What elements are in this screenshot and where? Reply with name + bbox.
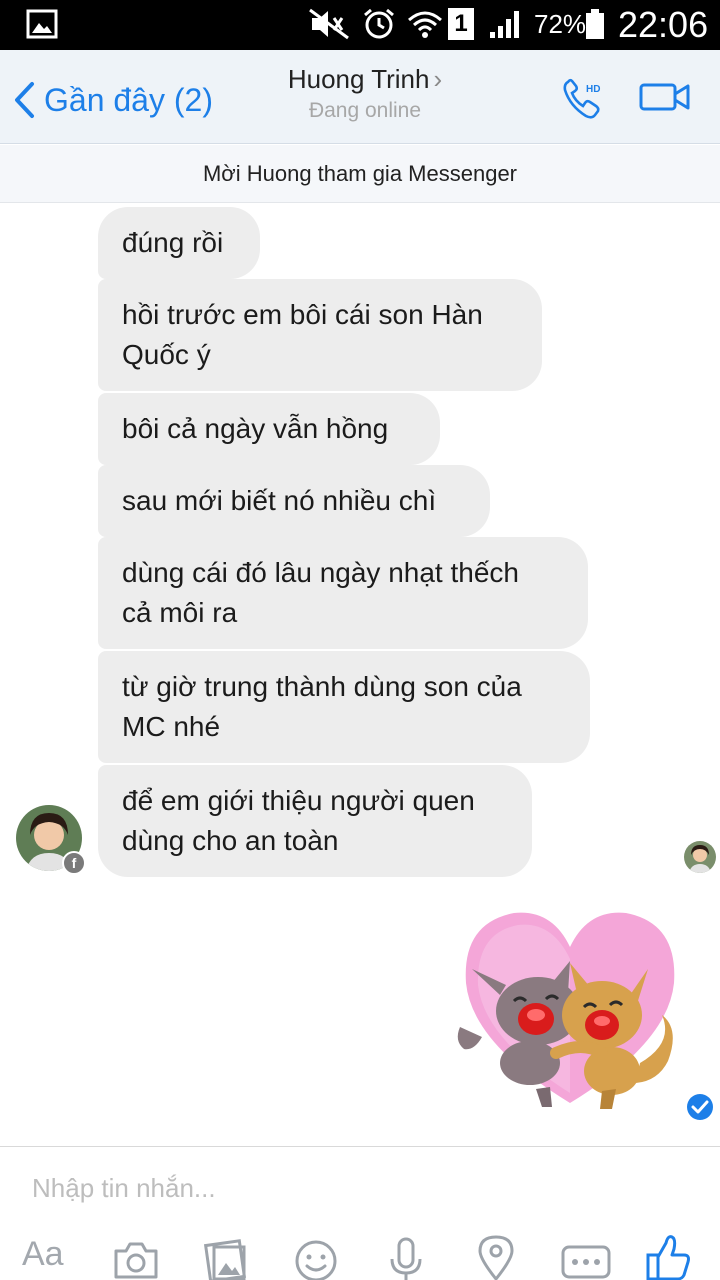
message-text: MC nhé bbox=[122, 711, 221, 742]
message-text: Quốc ý bbox=[122, 339, 211, 370]
message-text: dùng cái đó lâu ngày nhạt thếch bbox=[122, 557, 519, 588]
microphone-icon[interactable] bbox=[384, 1231, 428, 1280]
seen-avatar bbox=[684, 841, 716, 873]
message-text: bôi cả ngày vẫn hồng bbox=[122, 413, 389, 444]
chevron-left-icon bbox=[15, 82, 34, 118]
wifi-icon bbox=[408, 11, 442, 38]
message-bubble[interactable]: đúng rồi bbox=[98, 207, 260, 279]
signal-icon bbox=[490, 11, 519, 38]
delivered-check-icon bbox=[687, 1094, 713, 1120]
alarm-icon bbox=[364, 8, 394, 39]
battery-icon bbox=[586, 9, 604, 39]
message-input-placeholder: Nhập tin nhắn... bbox=[32, 1173, 216, 1203]
message-text: từ giờ trung thành dùng son của bbox=[122, 671, 522, 702]
location-icon[interactable] bbox=[476, 1231, 516, 1280]
call-badge: HD bbox=[586, 84, 600, 95]
message-text: cả môi ra bbox=[122, 597, 238, 628]
camera-icon[interactable] bbox=[112, 1231, 160, 1280]
message-text: sau mới biết nó nhiều chì bbox=[122, 485, 437, 516]
video-call-icon[interactable] bbox=[638, 76, 692, 116]
gallery-icon[interactable] bbox=[202, 1231, 250, 1280]
message-bubble[interactable]: từ giờ trung thành dùng son của MC nhé bbox=[98, 651, 590, 763]
text-format-button[interactable]: Aa bbox=[22, 1235, 64, 1274]
contact-name: Huong Trinh bbox=[287, 64, 430, 94]
message-text: hồi trước em bôi cái son Hàn bbox=[122, 299, 483, 330]
emoji-icon[interactable] bbox=[292, 1231, 340, 1280]
message-list[interactable]: đúng rồi hồi trước em bôi cái son Hàn Qu… bbox=[0, 203, 720, 1145]
invite-banner-text: Mời Huong tham gia Messenger bbox=[202, 161, 517, 186]
message-bubble[interactable]: sau mới biết nó nhiều chì bbox=[98, 465, 490, 537]
message-bubble[interactable]: để em giới thiệu người quen dùng cho an … bbox=[98, 765, 532, 877]
clock: 22:06 bbox=[618, 4, 709, 45]
contact-status: Đang online bbox=[308, 99, 422, 122]
facebook-badge-icon: f bbox=[62, 851, 86, 875]
sticker-hugging-dogs[interactable] bbox=[452, 903, 688, 1119]
message-bubble[interactable]: dùng cái đó lâu ngày nhạt thếch cả môi r… bbox=[98, 537, 588, 649]
message-text: dùng cho an toàn bbox=[122, 825, 339, 856]
like-icon[interactable] bbox=[644, 1231, 692, 1280]
back-label: Gần đây (2) bbox=[44, 81, 213, 118]
gallery-notification-icon bbox=[26, 9, 58, 39]
status-bar: 1 72% 22:06 bbox=[0, 0, 720, 50]
composer: Nhập tin nhắn... Aa bbox=[0, 1146, 720, 1280]
message-text: đúng rồi bbox=[122, 227, 224, 258]
battery-percentage: 72% bbox=[534, 9, 587, 39]
contact-info[interactable]: Huong Trinh › Đang online bbox=[270, 64, 460, 123]
composer-toolbar: Aa bbox=[0, 1231, 720, 1280]
invite-banner[interactable]: Mời Huong tham gia Messenger bbox=[0, 145, 720, 203]
mute-icon bbox=[309, 8, 349, 40]
conversation-header: Gần đây (2) Huong Trinh › Đang online HD bbox=[0, 50, 720, 144]
back-button[interactable]: Gần đây (2) bbox=[12, 78, 213, 122]
chevron-right-icon: › bbox=[433, 64, 443, 94]
message-bubble[interactable]: bôi cả ngày vẫn hồng bbox=[98, 393, 440, 465]
phone-call-icon[interactable]: HD bbox=[560, 76, 610, 122]
message-bubble[interactable]: hồi trước em bôi cái son Hàn Quốc ý bbox=[98, 279, 542, 391]
more-icon[interactable] bbox=[560, 1231, 612, 1280]
message-input[interactable]: Nhập tin nhắn... bbox=[0, 1147, 720, 1231]
message-text: để em giới thiệu người quen bbox=[122, 785, 475, 816]
sim-icon: 1 bbox=[448, 8, 474, 40]
